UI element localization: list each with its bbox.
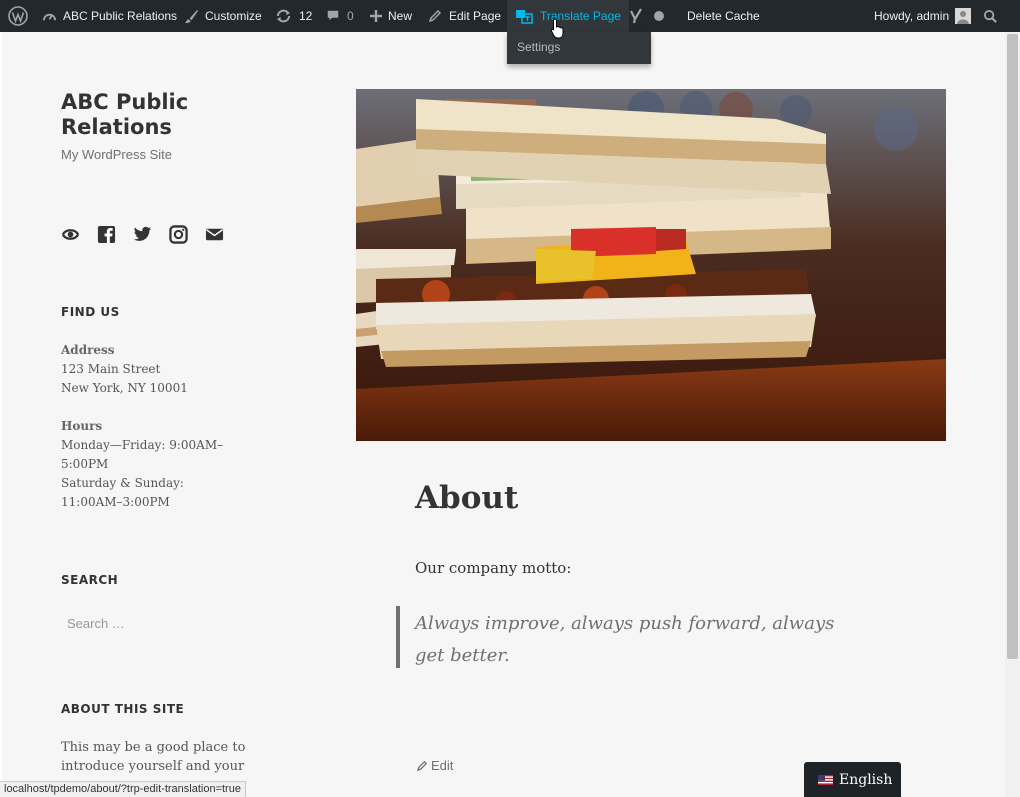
customize-label: Customize [205, 9, 262, 23]
hours-line1: Monday—Friday: 9:00AM– [61, 438, 224, 452]
translate-page-button[interactable]: Translate Page [507, 0, 629, 32]
us-flag-icon [818, 774, 833, 785]
language-label: English [839, 771, 893, 788]
customize-button[interactable]: Customize [184, 0, 262, 32]
wordpress-icon[interactable] [61, 225, 80, 244]
updates-button[interactable]: 12 [275, 0, 312, 32]
hours-line4: 11:00AM–3:00PM [61, 495, 170, 509]
search-input[interactable]: Search … [61, 612, 241, 637]
status-url: localhost/tpdemo/about/?trp-edit-transla… [4, 783, 241, 795]
email-icon[interactable] [205, 225, 224, 244]
hours-block: Hours Monday—Friday: 9:00AM– 5:00PM Satu… [61, 417, 251, 512]
site-name-label: ABC Public Relations [63, 9, 178, 23]
updates-count: 12 [299, 9, 313, 23]
status-bar: localhost/tpdemo/about/?trp-edit-transla… [0, 781, 246, 797]
site-name-menu[interactable]: ABC Public Relations [42, 0, 177, 32]
page-title: About [415, 480, 519, 516]
motto-label: Our company motto: [415, 559, 572, 577]
hours-line3: Saturday & Sunday: [61, 476, 184, 490]
yoast-seo-icon[interactable] [628, 0, 644, 32]
pencil-icon [428, 9, 442, 23]
address-label: Address [61, 343, 115, 357]
new-content-button[interactable]: New [369, 0, 412, 32]
hours-line2: 5:00PM [61, 457, 109, 471]
hours-label: Hours [61, 419, 103, 433]
avatar [955, 8, 972, 24]
about-site-text: This may be a good place to introduce yo… [61, 740, 246, 774]
site-description: My WordPress Site [61, 147, 173, 162]
blockquote-bar [396, 606, 400, 668]
scrollbar-thumb[interactable] [1007, 34, 1018, 659]
account-menu[interactable]: Howdy, admin [874, 0, 972, 32]
hand-cursor-icon [550, 18, 566, 44]
translate-icon [516, 9, 533, 24]
pencil-icon [417, 760, 428, 771]
plus-icon [370, 10, 382, 22]
brush-icon [184, 9, 199, 23]
search-title: SEARCH [61, 573, 119, 587]
address-line2: New York, NY 10001 [61, 381, 188, 395]
scrollbar[interactable] [1005, 32, 1020, 797]
wordpress-logo-icon[interactable] [8, 0, 28, 32]
admin-bar: ABC Public Relations Customize 12 0 New … [0, 0, 1020, 32]
edit-label: Edit [431, 758, 454, 773]
dashboard-icon [42, 13, 57, 20]
featured-image [356, 89, 946, 441]
new-label: New [388, 9, 413, 23]
instagram-icon[interactable] [169, 225, 188, 244]
about-site-title: ABOUT THIS SITE [61, 702, 185, 716]
seo-score-dot-icon [653, 0, 665, 32]
address-line1: 123 Main Street [61, 362, 161, 376]
edit-link[interactable]: Edit [417, 758, 453, 773]
comments-count: 0 [347, 9, 354, 23]
delete-cache-label: Delete Cache [687, 9, 760, 23]
edit-page-label: Edit Page [449, 9, 502, 23]
facebook-icon[interactable] [97, 225, 116, 244]
language-switcher[interactable]: English [804, 762, 901, 797]
site-title[interactable]: ABC Public Relations [61, 90, 261, 140]
comment-icon [327, 10, 339, 21]
social-links [61, 225, 224, 244]
motto-quote: Always improve, always push forward, alw… [415, 613, 835, 666]
comments-button[interactable]: 0 [326, 0, 354, 32]
translate-dropdown: Settings [507, 32, 651, 64]
edit-page-button[interactable]: Edit Page [428, 0, 501, 32]
address-block: Address 123 Main Street New York, NY 100… [61, 341, 251, 398]
delete-cache-button[interactable]: Delete Cache [687, 0, 760, 32]
twitter-icon[interactable] [133, 225, 152, 244]
howdy-label: Howdy, admin [874, 9, 950, 23]
find-us-title: FIND US [61, 305, 120, 319]
search-icon[interactable] [983, 0, 998, 32]
updates-icon [276, 9, 291, 23]
